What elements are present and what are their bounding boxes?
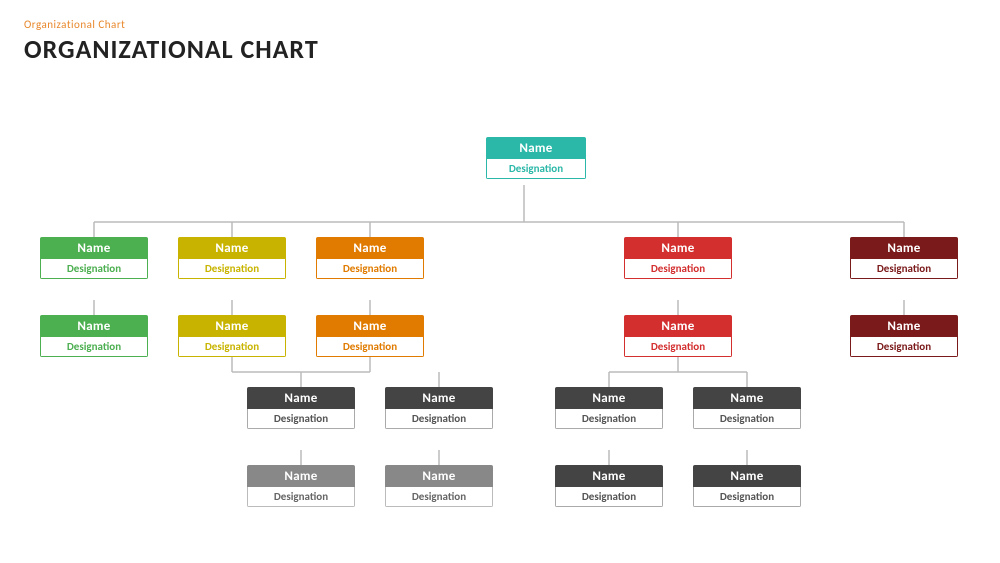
node-root: Name Designation <box>486 137 586 179</box>
node-l4-1: Name Designation <box>247 465 355 507</box>
node-l2-4-name: Name <box>624 315 732 337</box>
node-l3-4-designation: Designation <box>693 409 801 429</box>
node-l3-3: Name Designation <box>555 387 663 429</box>
node-l4-3-name: Name <box>555 465 663 487</box>
node-l1-3-designation: Designation <box>316 259 424 279</box>
page: Organizational Chart ORGANIZATIONAL CHAR… <box>0 0 1000 563</box>
node-l2-4-designation: Designation <box>624 337 732 357</box>
node-l3-1-name: Name <box>247 387 355 409</box>
node-l2-2-designation: Designation <box>178 337 286 357</box>
node-l1-4: Name Designation <box>624 237 732 279</box>
subtitle: Organizational Chart <box>24 18 976 31</box>
node-l4-2-name: Name <box>385 465 493 487</box>
node-l1-3-name: Name <box>316 237 424 259</box>
node-l2-3: Name Designation <box>316 315 424 357</box>
node-l3-2-name: Name <box>385 387 493 409</box>
node-l1-2-name: Name <box>178 237 286 259</box>
node-l1-1: Name Designation <box>40 237 148 279</box>
node-l2-5: Name Designation <box>850 315 958 357</box>
node-l4-2-designation: Designation <box>385 487 493 507</box>
node-l3-2-designation: Designation <box>385 409 493 429</box>
node-l2-2: Name Designation <box>178 315 286 357</box>
node-l1-3: Name Designation <box>316 237 424 279</box>
org-chart: Name Designation Name Designation Name D… <box>24 77 976 537</box>
node-l4-4: Name Designation <box>693 465 801 507</box>
node-l2-1-designation: Designation <box>40 337 148 357</box>
node-l4-4-designation: Designation <box>693 487 801 507</box>
node-l1-5-designation: Designation <box>850 259 958 279</box>
node-l1-4-designation: Designation <box>624 259 732 279</box>
node-l4-3-designation: Designation <box>555 487 663 507</box>
node-l4-4-name: Name <box>693 465 801 487</box>
node-l3-1-designation: Designation <box>247 409 355 429</box>
node-l2-5-name: Name <box>850 315 958 337</box>
page-title: ORGANIZATIONAL CHART <box>24 33 976 65</box>
node-l1-4-name: Name <box>624 237 732 259</box>
node-l1-1-name: Name <box>40 237 148 259</box>
node-l4-2: Name Designation <box>385 465 493 507</box>
node-l2-3-designation: Designation <box>316 337 424 357</box>
node-l4-3: Name Designation <box>555 465 663 507</box>
node-l3-1: Name Designation <box>247 387 355 429</box>
node-root-name: Name <box>486 137 586 159</box>
node-l1-5-name: Name <box>850 237 958 259</box>
node-l2-1: Name Designation <box>40 315 148 357</box>
node-l2-3-name: Name <box>316 315 424 337</box>
node-l3-4: Name Designation <box>693 387 801 429</box>
node-l1-2: Name Designation <box>178 237 286 279</box>
node-l1-2-designation: Designation <box>178 259 286 279</box>
node-l2-2-name: Name <box>178 315 286 337</box>
node-l3-4-name: Name <box>693 387 801 409</box>
node-l3-3-name: Name <box>555 387 663 409</box>
node-l1-5: Name Designation <box>850 237 958 279</box>
node-l2-4: Name Designation <box>624 315 732 357</box>
node-l4-1-designation: Designation <box>247 487 355 507</box>
node-l4-1-name: Name <box>247 465 355 487</box>
node-l3-3-designation: Designation <box>555 409 663 429</box>
node-l3-2: Name Designation <box>385 387 493 429</box>
node-l1-1-designation: Designation <box>40 259 148 279</box>
node-l2-5-designation: Designation <box>850 337 958 357</box>
node-l2-1-name: Name <box>40 315 148 337</box>
node-root-designation: Designation <box>486 159 586 179</box>
